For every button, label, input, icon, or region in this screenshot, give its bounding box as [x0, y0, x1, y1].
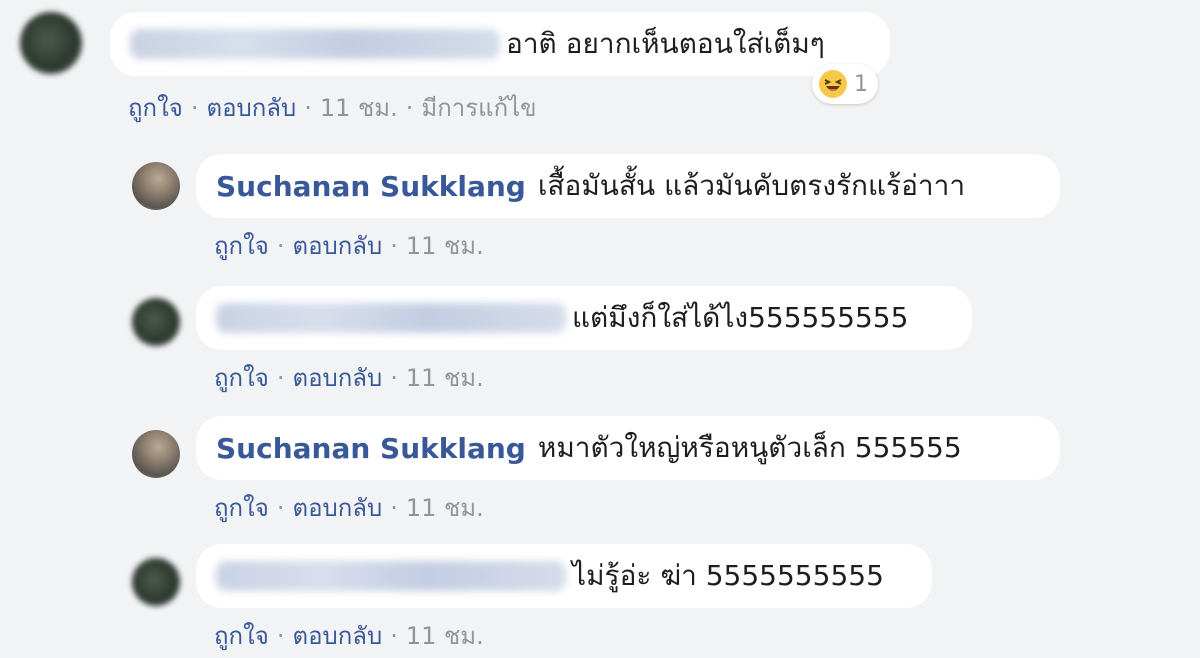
haha-emoji-icon	[819, 70, 847, 98]
timestamp[interactable]: 11 ชม.	[406, 226, 484, 265]
reaction-count: 1	[854, 71, 868, 97]
comment-actions: ถูกใจ · ตอบกลับ · 11 ชม.	[214, 226, 484, 265]
reply-comment: แต่มึงก็ใส่ได้ไง555555555 ถูกใจ · ตอบกลั…	[0, 282, 1200, 402]
reply-link[interactable]: ตอบกลับ	[292, 616, 382, 655]
author-name-blurred[interactable]	[216, 303, 566, 333]
comment: อาติ อยากเห็นตอนใส่เต็มๆ 1 ถูกใจ · ตอบกล…	[0, 0, 1200, 130]
comment-actions: ถูกใจ · ตอบกลับ · 11 ชม. · มีการแก้ไข	[128, 88, 537, 127]
comment-text: เสื้อมันสั้น แล้วมันคับตรงรักแร้อ่าาา	[537, 169, 966, 202]
comment-thread: อาติ อยากเห็นตอนใส่เต็มๆ 1 ถูกใจ · ตอบกล…	[0, 0, 1200, 658]
reply-comment: Suchanan Sukklang หมาตัวใหญ่หรือหนูตัวเล…	[0, 412, 1200, 532]
separator-dot: ·	[390, 363, 398, 392]
timestamp[interactable]: 11 ชม.	[406, 616, 484, 655]
separator-dot: ·	[390, 621, 398, 650]
avatar[interactable]	[132, 558, 180, 606]
like-link[interactable]: ถูกใจ	[128, 88, 183, 127]
comment-bubble: Suchanan Sukklang เสื้อมันสั้น แล้วมันคั…	[196, 154, 1060, 218]
comment-text: หมาตัวใหญ่หรือหนูตัวเล็ก 555555	[537, 431, 962, 464]
comment-text: ไม่รู้อ่ะ ฆ่า 5555555555	[572, 559, 884, 592]
timestamp[interactable]: 11 ชม.	[320, 88, 398, 127]
separator-dot: ·	[390, 493, 398, 522]
like-link[interactable]: ถูกใจ	[214, 358, 269, 397]
author-name[interactable]: Suchanan Sukklang	[216, 432, 526, 465]
separator-dot: ·	[390, 231, 398, 260]
avatar[interactable]	[20, 12, 82, 74]
author-name-blurred[interactable]	[130, 29, 500, 59]
separator-dot: ·	[405, 93, 414, 122]
edited-label[interactable]: มีการแก้ไข	[421, 88, 536, 127]
avatar[interactable]	[132, 430, 180, 478]
comment-actions: ถูกใจ · ตอบกลับ · 11 ชม.	[214, 616, 484, 655]
separator-dot: ·	[190, 93, 199, 122]
comment-bubble: อาติ อยากเห็นตอนใส่เต็มๆ	[110, 12, 890, 76]
comment-actions: ถูกใจ · ตอบกลับ · 11 ชม.	[214, 488, 484, 527]
avatar[interactable]	[132, 162, 180, 210]
comment-actions: ถูกใจ · ตอบกลับ · 11 ชม.	[214, 358, 484, 397]
reply-link[interactable]: ตอบกลับ	[292, 226, 382, 265]
like-link[interactable]: ถูกใจ	[214, 226, 269, 265]
reply-link[interactable]: ตอบกลับ	[206, 88, 296, 127]
reply-link[interactable]: ตอบกลับ	[292, 358, 382, 397]
separator-dot: ·	[304, 93, 312, 122]
timestamp[interactable]: 11 ชม.	[406, 358, 484, 397]
comment-bubble: ไม่รู้อ่ะ ฆ่า 5555555555	[196, 544, 932, 608]
author-name[interactable]: Suchanan Sukklang	[216, 170, 526, 203]
timestamp[interactable]: 11 ชม.	[406, 488, 484, 527]
author-name-blurred[interactable]	[216, 561, 566, 591]
reply-comment: ไม่รู้อ่ะ ฆ่า 5555555555 ถูกใจ · ตอบกลับ…	[0, 540, 1200, 658]
separator-dot: ·	[276, 363, 285, 392]
like-link[interactable]: ถูกใจ	[214, 488, 269, 527]
avatar[interactable]	[132, 298, 180, 346]
comment-text: อาติ อยากเห็นตอนใส่เต็มๆ	[506, 27, 825, 60]
reaction-summary[interactable]: 1	[812, 64, 878, 104]
reply-link[interactable]: ตอบกลับ	[292, 488, 382, 527]
separator-dot: ·	[276, 231, 285, 260]
comment-bubble: Suchanan Sukklang หมาตัวใหญ่หรือหนูตัวเล…	[196, 416, 1060, 480]
comment-bubble: แต่มึงก็ใส่ได้ไง555555555	[196, 286, 972, 350]
reply-comment: Suchanan Sukklang เสื้อมันสั้น แล้วมันคั…	[0, 150, 1200, 270]
separator-dot: ·	[276, 621, 285, 650]
like-link[interactable]: ถูกใจ	[214, 616, 269, 655]
separator-dot: ·	[276, 493, 285, 522]
comment-text: แต่มึงก็ใส่ได้ไง555555555	[572, 301, 909, 334]
